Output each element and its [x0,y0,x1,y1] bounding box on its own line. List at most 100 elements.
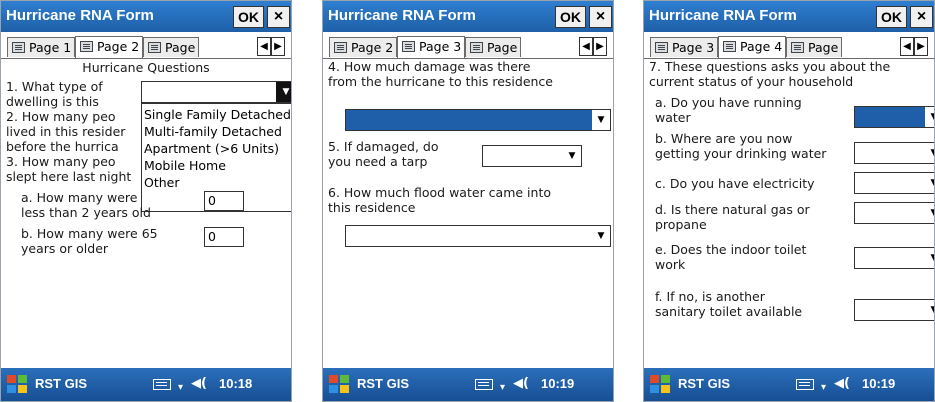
keyboard-icon[interactable] [153,379,171,390]
chevron-down-icon: ▼ [925,300,934,320]
dropdown-option[interactable]: Single Family Detached [142,106,291,123]
taskbar: RST GIS ▾ ◀( 10:19 [323,368,613,401]
drinking-water-select[interactable]: ▼ [854,142,934,164]
tab-scroll-right-icon[interactable]: ▶ [914,37,928,56]
tab-scroll-left-icon[interactable]: ◀ [257,37,271,56]
dropdown-option[interactable]: Mobile Home [142,157,291,174]
under-2-count-input[interactable]: 0 [204,191,244,211]
form-icon [334,42,347,53]
tab-label: Page 2 [97,39,140,54]
q4-line1: 4. How much damage was there [328,59,531,74]
form-content: 7. These questions asks you about the cu… [644,59,934,368]
tab-page-4[interactable]: Page [465,37,521,57]
windows-flag-icon[interactable] [329,375,351,395]
q7d-line1: d. Is there natural gas or [655,202,810,217]
ok-button[interactable]: OK [555,6,586,28]
question-7f-label: f. If no, is another sanitary toilet ava… [655,289,802,319]
speaker-icon[interactable]: ◀( [834,376,850,391]
question-3a-label: a. How many were less than 2 years old [21,190,151,220]
dropdown-option[interactable]: Apartment (>6 Units) [142,140,291,157]
tab-label: Page [165,40,196,55]
question-7e-label: e. Does the indoor toilet work [655,242,806,272]
speaker-icon[interactable]: ◀( [191,376,207,391]
tab-label: Page 4 [740,39,783,54]
windows-flag-icon[interactable] [7,375,29,395]
tab-scroll-left-icon[interactable]: ◀ [900,37,914,56]
chevron-down-icon: ▼ [925,143,934,163]
tab-scroll-left-icon[interactable]: ◀ [579,37,593,56]
keyboard-icon[interactable] [475,379,493,390]
form-icon [791,42,804,53]
speaker-icon[interactable]: ◀( [513,376,529,391]
taskbar: RST GIS ▾ ◀( 10:18 [1,368,291,401]
form-icon [148,42,161,53]
taskbar-app-label[interactable]: RST GIS [357,376,409,391]
question-3-label: 3. How many peo slept here last night [6,154,131,184]
form-icon [12,42,25,53]
tab-page-3[interactable]: Page [143,37,199,57]
indoor-toilet-select[interactable]: ▼ [854,247,934,269]
tab-scroll-right-icon[interactable]: ▶ [271,37,285,56]
chevron-down-icon: ▼ [592,110,610,130]
dropdown-option[interactable]: Other [142,174,291,191]
tab-page-3[interactable]: Page 3 [397,36,465,58]
taskbar-app-label[interactable]: RST GIS [35,376,87,391]
dropdown-option[interactable]: Multi-family Detached [142,123,291,140]
flood-water-select[interactable]: ▼ [345,225,611,247]
q7-line2: current status of your household [649,74,854,89]
question-7a-label: a. Do you have running water [655,95,802,125]
taskbar-app-label[interactable]: RST GIS [678,376,730,391]
close-button[interactable]: × [589,6,612,28]
question-6-label: 6. How much flood water came into this r… [328,185,551,215]
tab-scroll-right-icon[interactable]: ▶ [593,37,607,56]
sanitary-toilet-select[interactable]: ▼ [854,299,934,321]
screen-page-4: Hurricane RNA Form OK × Page 3 Page 4 Pa… [643,0,935,402]
tab-page-2[interactable]: Page 2 [75,36,143,58]
input-menu-icon[interactable]: ▾ [500,382,505,393]
chevron-down-icon: ▼ [597,231,605,241]
electricity-select[interactable]: ▼ [854,172,934,194]
running-water-select[interactable]: ▼ [854,106,934,128]
q6-line2: this residence [328,200,416,215]
input-menu-icon[interactable]: ▾ [178,382,183,393]
tab-page-3[interactable]: Page 3 [650,37,718,57]
tab-page-1[interactable]: Page 1 [7,37,75,57]
damage-level-select[interactable]: ▼ [345,109,611,131]
taskbar: RST GIS ▾ ◀( 10:19 [644,368,934,401]
q7f-line1: f. If no, is another [655,289,765,304]
form-content: 4. How much damage was there from the hu… [323,59,613,368]
ok-button[interactable]: OK [876,6,907,28]
screen-page-2: Hurricane RNA Form OK × Page 1 Page 2 Pa… [0,0,292,402]
form-icon [80,41,93,52]
section-heading: Hurricane Questions [82,60,210,75]
form-icon [402,41,415,52]
q4-line2: from the hurricane to this residence [328,74,553,89]
close-button[interactable]: × [267,6,290,28]
over-65-count-input[interactable]: 0 [204,227,244,247]
windows-flag-icon[interactable] [650,375,672,395]
natural-gas-select[interactable]: ▼ [854,202,934,224]
tab-page-4[interactable]: Page 4 [718,36,786,58]
tab-page-5[interactable]: Page [786,37,842,57]
q2-line2: lived in this resider [6,124,126,139]
question-7d-label: d. Is there natural gas or propane [655,202,810,232]
q2-line3: before the hurrica [6,139,119,154]
q3a-line2: less than 2 years old [21,205,151,220]
clock[interactable]: 10:19 [862,376,895,391]
input-menu-icon[interactable]: ▾ [821,382,826,393]
close-button[interactable]: × [910,6,933,28]
ok-button[interactable]: OK [233,6,264,28]
title-bar: Hurricane RNA Form OK × [644,1,934,32]
clock[interactable]: 10:19 [541,376,574,391]
tab-page-2[interactable]: Page 2 [329,37,397,57]
q7a-line2: water [655,110,691,125]
question-4-label: 4. How much damage was there from the hu… [328,59,553,89]
keyboard-icon[interactable] [796,379,814,390]
window-title: Hurricane RNA Form [649,7,797,24]
q1-line1: 1. What type of [6,79,103,94]
chevron-down-icon: ▼ [925,203,934,223]
clock[interactable]: 10:18 [219,376,252,391]
dwelling-type-select[interactable]: ▼ [141,81,291,103]
question-7b-label: b. Where are you now getting your drinki… [655,131,826,161]
need-tarp-select[interactable]: ▼ [482,145,582,167]
